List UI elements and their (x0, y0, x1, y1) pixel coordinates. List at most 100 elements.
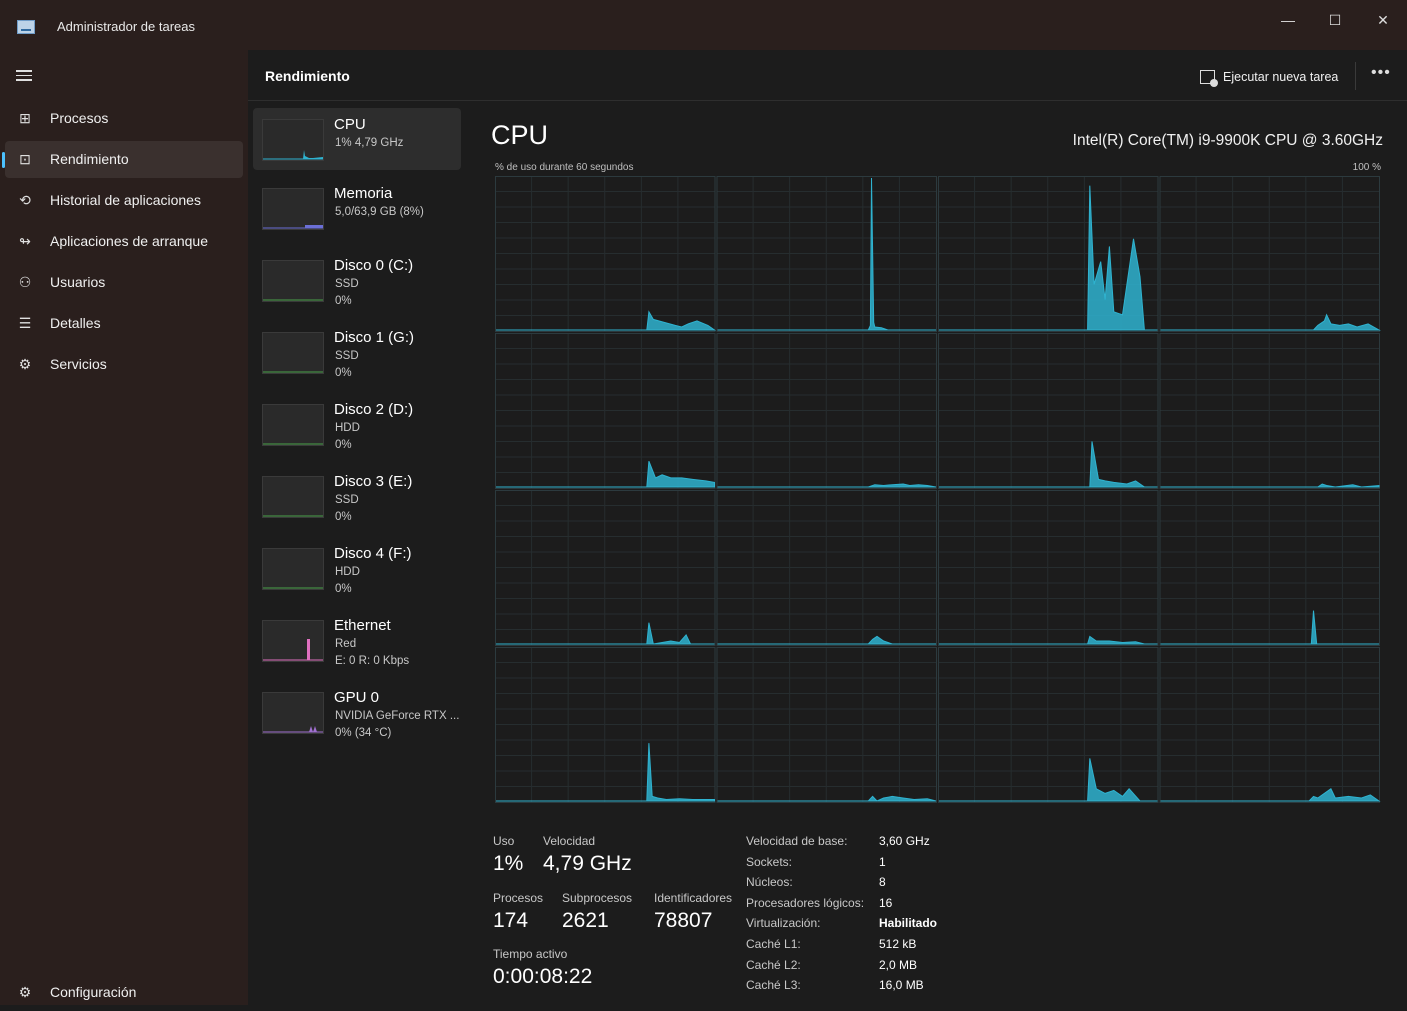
processes-icon: ⊞ (19, 110, 31, 126)
sidebar-item-label: Historial de aplicaciones (50, 192, 201, 208)
cpu-usage-grid (495, 176, 1381, 803)
startup-icon: ↬ (19, 233, 31, 249)
hamburger-icon (16, 70, 32, 72)
spec-label: Procesadores lógicos: (746, 895, 865, 910)
graph-label: % de uso durante 60 segundos (495, 162, 634, 173)
device-detail: HDD (335, 566, 360, 578)
device-status: 0% (335, 511, 352, 523)
sidebar: ⊞ Procesos ⊡ Rendimiento ⟲ Historial de aplic… (0, 50, 248, 1005)
speed-value: 4,79 GHz (543, 852, 632, 875)
threads-value: 2621 (562, 909, 609, 932)
spec-label: Caché L2: (746, 957, 801, 972)
device-name: CPU (334, 116, 366, 133)
minimize-icon: — (1281, 12, 1295, 28)
hamburger-menu-button[interactable] (16, 67, 32, 83)
processes-value: 174 (493, 909, 529, 932)
cpu-title: CPU (491, 120, 549, 150)
device-thumbnail-graph (262, 332, 324, 374)
sidebar-item-label: Aplicaciones de arranque (50, 233, 208, 249)
spec-value: 3,60 GHz (879, 834, 930, 848)
task-manager-app-icon (17, 20, 35, 34)
thumbnail-sparkline (263, 726, 323, 733)
settings-button[interactable]: ⚙ Configuración (5, 974, 243, 1011)
sidebar-item-usuarios[interactable]: ⚇ Usuarios (5, 264, 243, 301)
sidebar-item-label: Servicios (50, 356, 107, 372)
spec-label: Núcleos: (746, 875, 793, 890)
users-icon: ⚇ (18, 274, 32, 290)
device-item[interactable]: GPU 0 NVIDIA GeForce RTX ... 0% (34 °C) (253, 681, 461, 743)
device-name: Disco 1 (G:) (334, 329, 415, 346)
history-icon: ⟲ (19, 192, 31, 208)
speed-label: Velocidad (543, 834, 596, 848)
sidebar-item-aplicaciones-de-arranque[interactable]: ↬ Aplicaciones de arranque (5, 223, 243, 260)
device-detail: SSD (335, 494, 359, 506)
device-status: 0% (335, 583, 352, 595)
details-icon: ☰ (18, 315, 32, 331)
handles-value: 78807 (654, 909, 713, 932)
uptime-label: Tiempo activo (493, 947, 568, 961)
thumbnail-sparkline (263, 299, 323, 301)
minimize-button[interactable]: — (1265, 6, 1311, 34)
maximize-button[interactable]: ☐ (1312, 6, 1358, 34)
spec-label: Velocidad de base: (746, 834, 848, 848)
spec-label: Sockets: (746, 854, 793, 869)
device-item[interactable]: Disco 2 (D:) HDD 0% (253, 393, 461, 455)
main-panel: Rendimiento Ejecutar nueva tarea ••• CPU… (248, 50, 1407, 1005)
close-button[interactable]: ✕ (1360, 6, 1406, 34)
device-item[interactable]: Memoria 5,0/63,9 GB (8%) (253, 177, 461, 239)
sidebar-item-historial-de-aplicaciones[interactable]: ⟲ Historial de aplicaciones (5, 182, 243, 219)
sidebar-item-label: Detalles (50, 315, 101, 331)
device-item[interactable]: Disco 0 (C:) SSD 0% (253, 249, 461, 311)
active-indicator (2, 152, 5, 168)
window-title: Administrador de tareas (57, 19, 196, 34)
sidebar-item-label: Procesos (50, 110, 109, 126)
device-thumbnail-graph (262, 260, 324, 302)
settings-label: Configuración (50, 984, 137, 1000)
device-status: 0% (335, 439, 352, 451)
thumbnail-sparkline (263, 443, 323, 445)
spec-value: Habilitado (879, 916, 938, 931)
thumbnail-sparkline (263, 639, 323, 661)
device-status: E: 0 R: 0 Kbps (335, 655, 410, 667)
uptime-value: 0:00:08:22 (493, 965, 593, 988)
device-name: Disco 3 (E:) (334, 473, 413, 490)
hamburger-line (16, 74, 32, 76)
sidebar-item-detalles[interactable]: ☰ Detalles (5, 305, 243, 342)
device-item[interactable]: CPU 1% 4,79 GHz (253, 108, 461, 170)
processes-label: Procesos (493, 891, 544, 905)
device-name: Disco 0 (C:) (334, 257, 414, 274)
device-detail: 1% 4,79 GHz (335, 137, 404, 149)
device-item[interactable]: Disco 1 (G:) SSD 0% (253, 321, 461, 383)
device-detail: HDD (335, 422, 360, 434)
run-new-task-button[interactable]: Ejecutar nueva tarea (1200, 66, 1338, 88)
sidebar-item-servicios[interactable]: ⚙ Servicios (5, 346, 243, 383)
device-thumbnail-graph (262, 119, 324, 161)
main-header: Rendimiento Ejecutar nueva tarea ••• (248, 50, 1407, 101)
device-name: Ethernet (334, 617, 391, 634)
device-thumbnail-graph (262, 404, 324, 446)
spec-value: 16 (879, 895, 893, 910)
device-item[interactable]: Disco 3 (E:) SSD 0% (253, 465, 461, 527)
more-options-button[interactable]: ••• (1371, 64, 1391, 82)
sidebar-item-procesos[interactable]: ⊞ Procesos (5, 100, 243, 137)
title-bar: Administrador de tareas — ☐ ✕ (0, 0, 1407, 50)
usage-value: 1% (493, 852, 524, 875)
more-icon: ••• (1371, 64, 1391, 81)
device-item[interactable]: Ethernet Red E: 0 R: 0 Kbps (253, 609, 461, 671)
thumbnail-sparkline (263, 515, 323, 517)
device-name: Disco 4 (F:) (334, 545, 412, 562)
header-separator (1355, 62, 1356, 90)
spec-value: 2,0 MB (879, 957, 918, 972)
run-task-icon (1200, 70, 1218, 87)
device-detail: SSD (335, 278, 359, 290)
spec-label: Virtualización: (746, 916, 821, 931)
device-item[interactable]: Disco 4 (F:) HDD 0% (253, 537, 461, 599)
device-thumbnail-graph (262, 620, 324, 662)
thumbnail-sparkline (263, 225, 323, 229)
device-name: GPU 0 (334, 689, 380, 706)
sidebar-item-rendimiento[interactable]: ⊡ Rendimiento (2, 141, 243, 178)
usage-label: Uso (493, 834, 515, 848)
maximize-icon: ☐ (1328, 11, 1342, 28)
spec-value: 16,0 MB (879, 978, 924, 993)
device-thumbnail-graph (262, 692, 324, 734)
